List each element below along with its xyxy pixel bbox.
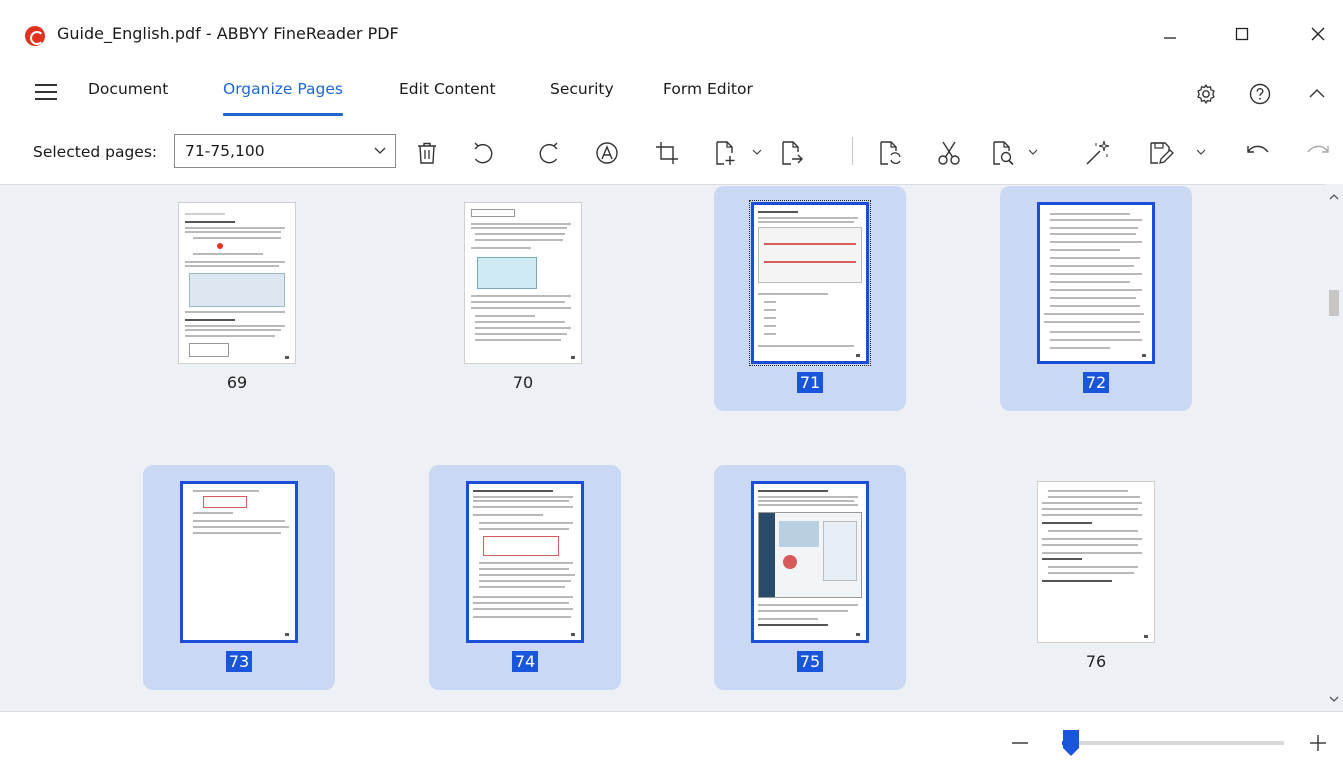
page-preview (751, 481, 869, 643)
tab-document[interactable]: Document (88, 80, 168, 116)
delete-page-icon[interactable] (412, 138, 442, 168)
zoom-slider[interactable] (1062, 741, 1284, 745)
toolbar-separator (852, 137, 853, 165)
page-number: 71 (796, 372, 824, 393)
add-page-dropdown-icon[interactable] (752, 147, 762, 157)
tab-edit-content[interactable]: Edit Content (399, 80, 496, 116)
page-number: 72 (1082, 372, 1110, 393)
replace-page-icon[interactable] (875, 138, 905, 168)
page-thumbnail[interactable]: 69 (141, 186, 333, 411)
rotate-right-icon[interactable] (535, 138, 565, 168)
page-number: 76 (1085, 652, 1107, 671)
zoom-out-icon[interactable] (1010, 733, 1030, 753)
gear-icon[interactable] (1194, 82, 1218, 106)
selected-pages-value[interactable]: 71-75,100 (185, 142, 265, 160)
rotate-left-icon[interactable] (467, 138, 497, 168)
page-preview (180, 481, 298, 643)
save-pages-dropdown-icon[interactable] (1196, 147, 1206, 157)
page-number: 70 (512, 373, 534, 392)
minimize-icon (1164, 37, 1176, 39)
add-page-icon[interactable] (710, 138, 740, 168)
help-icon[interactable] (1248, 82, 1272, 106)
redo-icon[interactable] (1303, 138, 1333, 168)
abbyy-logo-icon (25, 26, 45, 46)
auto-orient-icon[interactable] (592, 138, 622, 168)
hamburger-menu-icon[interactable] (35, 84, 57, 100)
page-thumbnail[interactable]: 72 (1000, 186, 1192, 411)
close-button[interactable] (1298, 18, 1338, 50)
page-thumbnail[interactable]: 70 (427, 186, 619, 411)
recognize-icon[interactable] (988, 138, 1018, 168)
page-thumbnail[interactable]: 73 (143, 465, 335, 690)
save-pages-icon[interactable] (1146, 138, 1176, 168)
scrollbar-thumb[interactable] (1329, 290, 1339, 316)
close-icon (1311, 27, 1325, 41)
page-thumbnail[interactable]: 71 (714, 186, 906, 411)
zoom-slider-thumb[interactable] (1062, 729, 1080, 757)
page-number: 74 (511, 651, 539, 672)
page-preview (1037, 202, 1155, 364)
page-preview (178, 202, 296, 364)
maximize-button[interactable] (1222, 18, 1262, 50)
enhance-icon[interactable] (1082, 138, 1112, 168)
tab-organize-pages[interactable]: Organize Pages (223, 80, 343, 116)
chevron-down-icon[interactable] (373, 143, 387, 157)
page-thumbnail[interactable]: 75 (714, 465, 906, 690)
page-thumbnail[interactable]: 74 (429, 465, 621, 690)
page-thumbnails-area[interactable]: 69 70 71 72 73 74 75 76 (0, 184, 1325, 711)
zoom-in-icon[interactable] (1308, 733, 1328, 753)
maximize-icon (1235, 27, 1249, 41)
tab-form-editor[interactable]: Form Editor (663, 80, 753, 116)
scroll-up-arrow-icon[interactable] (1329, 192, 1339, 202)
selected-pages-combobox[interactable]: 71-75,100 (174, 134, 396, 168)
scroll-down-arrow-icon[interactable] (1329, 694, 1339, 704)
extract-page-icon[interactable] (776, 138, 806, 168)
page-preview (749, 200, 871, 366)
page-preview (1037, 481, 1155, 643)
crop-icon[interactable] (652, 138, 682, 168)
selected-pages-label: Selected pages: (33, 143, 158, 161)
vertical-scrollbar[interactable] (1325, 184, 1343, 711)
page-number: 75 (796, 651, 824, 672)
page-number: 73 (225, 651, 253, 672)
page-thumbnail[interactable]: 76 (1000, 465, 1192, 690)
split-icon[interactable] (934, 138, 964, 168)
minimize-button[interactable] (1150, 18, 1190, 50)
window-title: Guide_English.pdf - ABBYY FineReader PDF (57, 24, 399, 43)
page-preview (466, 481, 584, 643)
undo-icon[interactable] (1243, 138, 1273, 168)
page-preview (464, 202, 582, 364)
tab-security[interactable]: Security (550, 80, 614, 116)
collapse-ribbon-icon[interactable] (1305, 82, 1329, 106)
recognize-dropdown-icon[interactable] (1028, 147, 1038, 157)
page-number: 69 (226, 373, 248, 392)
